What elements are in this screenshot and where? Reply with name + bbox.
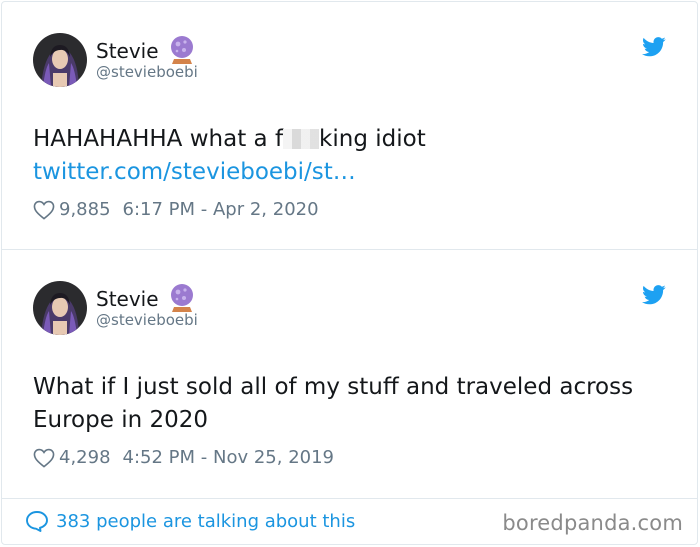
like-count[interactable]: 4,298 — [59, 447, 111, 468]
crystal-ball-icon — [170, 36, 193, 64]
crystal-ball-icon — [170, 284, 193, 312]
twitter-bird-icon[interactable] — [642, 37, 666, 57]
tweet-text-start: HAHAHAHHA what a f — [33, 126, 284, 152]
talking-text[interactable]: 383 people are talking about this — [56, 511, 355, 532]
twitter-bird-icon[interactable] — [642, 285, 666, 305]
tweet-text: What if I just sold all of my stuff and … — [33, 374, 634, 433]
display-name-text[interactable]: Stevie — [96, 39, 159, 63]
display-name[interactable]: Stevie — [96, 36, 195, 66]
tweet-text-end: king idiot — [319, 126, 426, 152]
tweet-text: HAHAHAHHA what a f king idiot twitter.com… — [33, 123, 673, 189]
display-name-text[interactable]: Stevie — [96, 287, 159, 311]
talking-link[interactable]: 383 people are talking about this — [25, 510, 355, 532]
timestamp[interactable]: 4:52 PM - Nov 25, 2019 — [123, 447, 334, 468]
heart-icon[interactable] — [33, 200, 55, 220]
watermark: boredpanda.com — [502, 511, 683, 535]
tweet-link[interactable]: twitter.com/stevieboebi/st… — [33, 159, 356, 185]
timestamp[interactable]: 6:17 PM - Apr 2, 2020 — [123, 199, 319, 220]
censor-blur — [283, 129, 320, 149]
handle[interactable]: @stevieboebi — [96, 311, 198, 329]
tweet-card-1: Stevie @stevieboebi HAHAHAHHA what a f ki… — [1, 1, 698, 250]
tweet-card-2: Stevie @stevieboebi What if I just sold … — [1, 249, 698, 499]
handle[interactable]: @stevieboebi — [96, 63, 198, 81]
avatar[interactable] — [33, 281, 87, 335]
avatar[interactable] — [33, 33, 87, 87]
heart-icon[interactable] — [33, 448, 55, 468]
display-name[interactable]: Stevie — [96, 284, 195, 314]
conversation-footer: 383 people are talking about this boredp… — [1, 498, 698, 545]
tweet-meta: 4,298 4:52 PM - Nov 25, 2019 — [33, 447, 334, 468]
like-count[interactable]: 9,885 — [59, 199, 111, 220]
speech-bubble-icon — [26, 511, 48, 532]
tweet-meta: 9,885 6:17 PM - Apr 2, 2020 — [33, 199, 319, 220]
